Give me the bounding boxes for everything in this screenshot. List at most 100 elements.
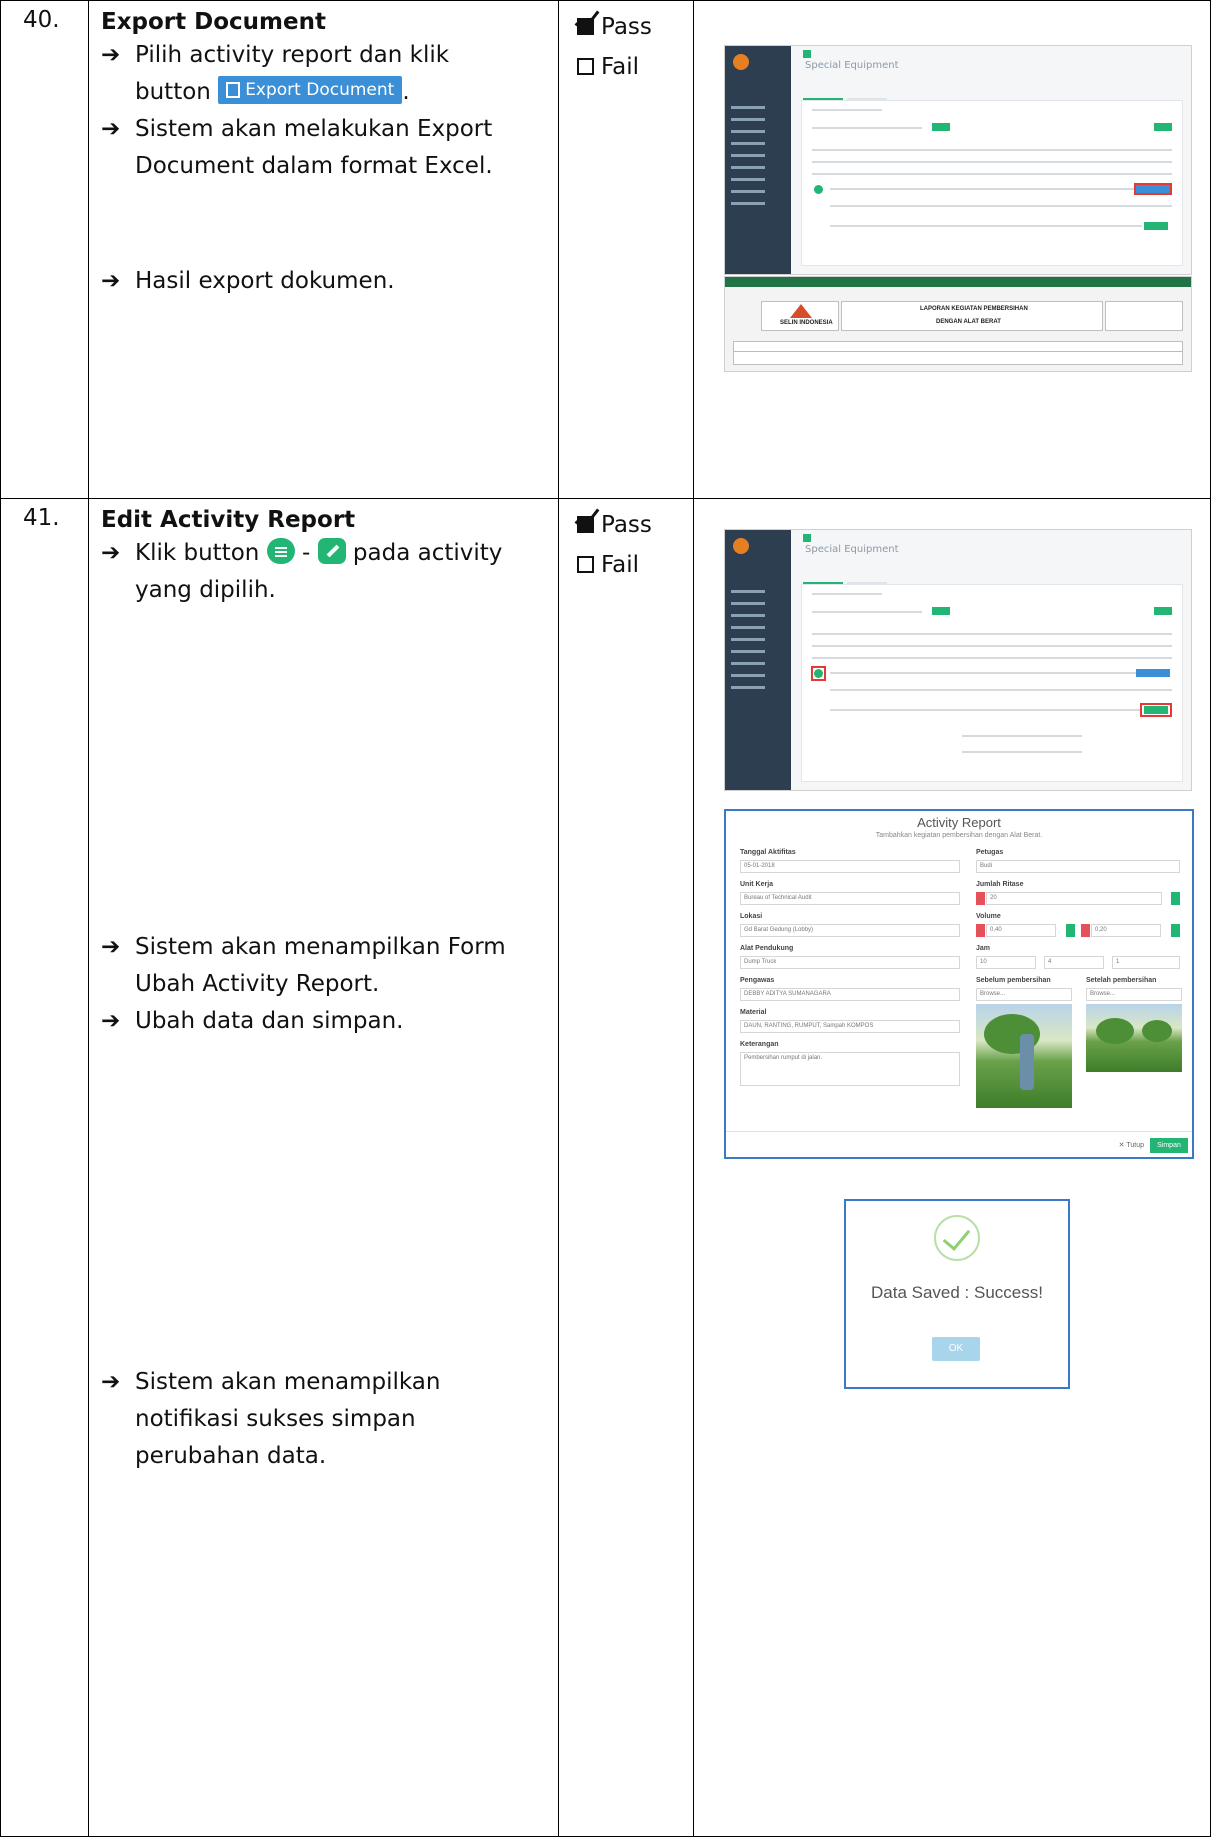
step-item: ➔ Ubah data dan simpan. [101,1003,544,1040]
arrow-right-icon: ➔ [101,540,121,566]
label-jumlah: Jumlah Ritase [976,881,1024,888]
label-alat: Alat Pendukung [740,945,794,952]
step-text: Hasil export dokumen. [135,268,395,294]
volume-input-2[interactable]: 0,20 [1091,924,1161,937]
result-pass[interactable]: Pass [577,7,693,47]
jam-input-2[interactable]: 4 [1044,956,1104,969]
app-logo-icon [733,54,749,70]
arrow-right-icon: ➔ [101,1369,121,1395]
volume-input-1[interactable]: 0,40 [986,924,1056,937]
arrow-right-icon: ➔ [101,268,121,294]
step-item: ➔ Pilih activity report dan klik button … [101,37,544,111]
label-keterangan: Keterangan [740,1041,779,1048]
close-button[interactable]: ✕ Tutup [1119,1141,1144,1149]
save-button[interactable]: Simpan [1150,1138,1188,1153]
step-text: Klik button [135,540,260,566]
photo-after [1086,1004,1182,1072]
pengawas-select[interactable]: DEBBY ADITYA SUMANAGARA [740,988,960,1001]
row-number-cell: 40. [0,0,89,499]
step-item: ➔ Sistem akan menampilkan Form Ubah Acti… [101,929,544,1003]
result-cell: Pass Fail [558,0,694,499]
pass-label: Pass [601,512,652,538]
label-jam: Jam [976,945,991,952]
result-fail[interactable]: Fail [577,47,693,87]
step-title: Edit Activity Report [101,507,356,533]
alat-select[interactable]: Dump Truck [740,956,960,969]
row-number: 41. [23,505,60,531]
step-item: ➔ Sistem akan menampilkan notifikasi suk… [101,1364,544,1475]
test-case-table: 40. Export Document ➔ Pilih activity rep… [0,0,1211,1837]
excel-screenshot: SELIN INDONESIA LAPORAN KEGIATAN PEMBERS… [724,276,1192,372]
activity-report-form: Activity Report Tambahkan kegiatan pembe… [724,809,1194,1159]
empty-box-icon [577,58,594,75]
checked-box-icon [577,18,594,35]
export-document-button[interactable]: Export Document [218,76,403,104]
steps-cell: Export Document ➔ Pilih activity report … [88,0,559,499]
result-cell: Pass Fail [558,498,694,1837]
label-tanggal: Tanggal Aktifitas [740,849,796,856]
jam-input-3[interactable]: 1 [1112,956,1180,969]
label-petugas: Petugas [976,849,1004,856]
jumlah-input[interactable]: 20 [986,892,1162,905]
empty-box-icon [577,556,594,573]
row-number-cell: 41. [0,498,89,1837]
success-message: Data Saved : Success! [871,1283,1043,1302]
result-pass[interactable]: Pass [577,505,693,545]
arrow-right-icon: ➔ [101,116,121,142]
test-row-41: 41. Edit Activity Report ➔ Klik button -… [0,498,1211,1837]
pass-label: Pass [601,14,652,40]
company-logo-cell: SELIN INDONESIA [761,301,839,331]
tanggal-input[interactable]: 05-01-2018 [740,860,960,873]
step-title: Export Document [101,9,326,35]
export-button-label: Export Document [245,80,395,100]
material-select[interactable]: DAUN, RANTING, RUMPUT, Sampah KOMPOS [740,1020,960,1033]
step-text: Sistem akan menampilkan Form Ubah Activi… [135,934,506,997]
app-sidebar [725,46,791,274]
edit-button[interactable] [317,538,346,564]
app-screenshot: Special Equipment [724,529,1192,791]
step-item: ➔ Klik button - pada activity yang dipil… [101,535,544,609]
app-title: Special Equipment [805,60,899,71]
step-item: ➔ Sistem akan melakukan Export Document … [101,111,544,185]
ok-button[interactable]: OK [932,1337,980,1361]
form-title: Activity Report [917,815,1001,830]
fail-label: Fail [601,54,639,80]
app-screenshot: Special Equipment [724,45,1192,275]
arrow-right-icon: ➔ [101,42,121,68]
label-unit: Unit Kerja [740,881,774,888]
fail-label: Fail [601,552,639,578]
form-subtitle: Tambahkan kegiatan pembersihan dengan Al… [875,832,1043,839]
label-pengawas: Pengawas [740,977,775,984]
label-sesudah: Setelah pembersihan [1086,977,1157,984]
row-number: 40. [23,7,60,33]
label-sebelum: Sebelum pembersihan [976,977,1051,984]
arrow-right-icon: ➔ [101,1008,121,1034]
jam-input-1[interactable]: 10 [976,956,1036,969]
step-text: Sistem akan menampilkan notifikasi sukse… [135,1369,441,1469]
excel-icon [226,82,241,98]
petugas-input[interactable]: Budi [976,860,1180,873]
checked-box-icon [577,516,594,533]
step-text: Sistem akan melakukan Export Document da… [135,116,493,179]
pencil-icon [326,544,339,558]
keterangan-textarea[interactable]: Pembersihan rumput di jalan. [740,1052,960,1086]
lokasi-select[interactable]: Gd Barat Gedung (Lobby) [740,924,960,937]
detail-button[interactable] [266,538,295,564]
step-text: Ubah data dan simpan. [135,1008,404,1034]
browse-before[interactable]: Browse... [976,988,1072,1001]
unit-select[interactable]: Bureau of Technical Audit [740,892,960,905]
step-text: Pilih activity report dan klik [135,42,450,68]
close-label: Tutup [1126,1142,1144,1149]
label-material: Material [740,1009,767,1016]
arrow-right-icon: ➔ [101,934,121,960]
label-lokasi: Lokasi [740,913,763,920]
screenshot-cell: Special Equipment [693,0,1211,499]
check-circle-icon [934,1215,980,1261]
step-text: button [135,79,211,105]
steps-cell: Edit Activity Report ➔ Klik button - pad… [88,498,559,1837]
success-dialog: Data Saved : Success! OK [844,1199,1070,1389]
label-volume: Volume [976,913,1001,920]
result-fail[interactable]: Fail [577,545,693,585]
browse-after[interactable]: Browse... [1086,988,1182,1001]
step-item: ➔ Hasil export dokumen. [101,263,544,300]
